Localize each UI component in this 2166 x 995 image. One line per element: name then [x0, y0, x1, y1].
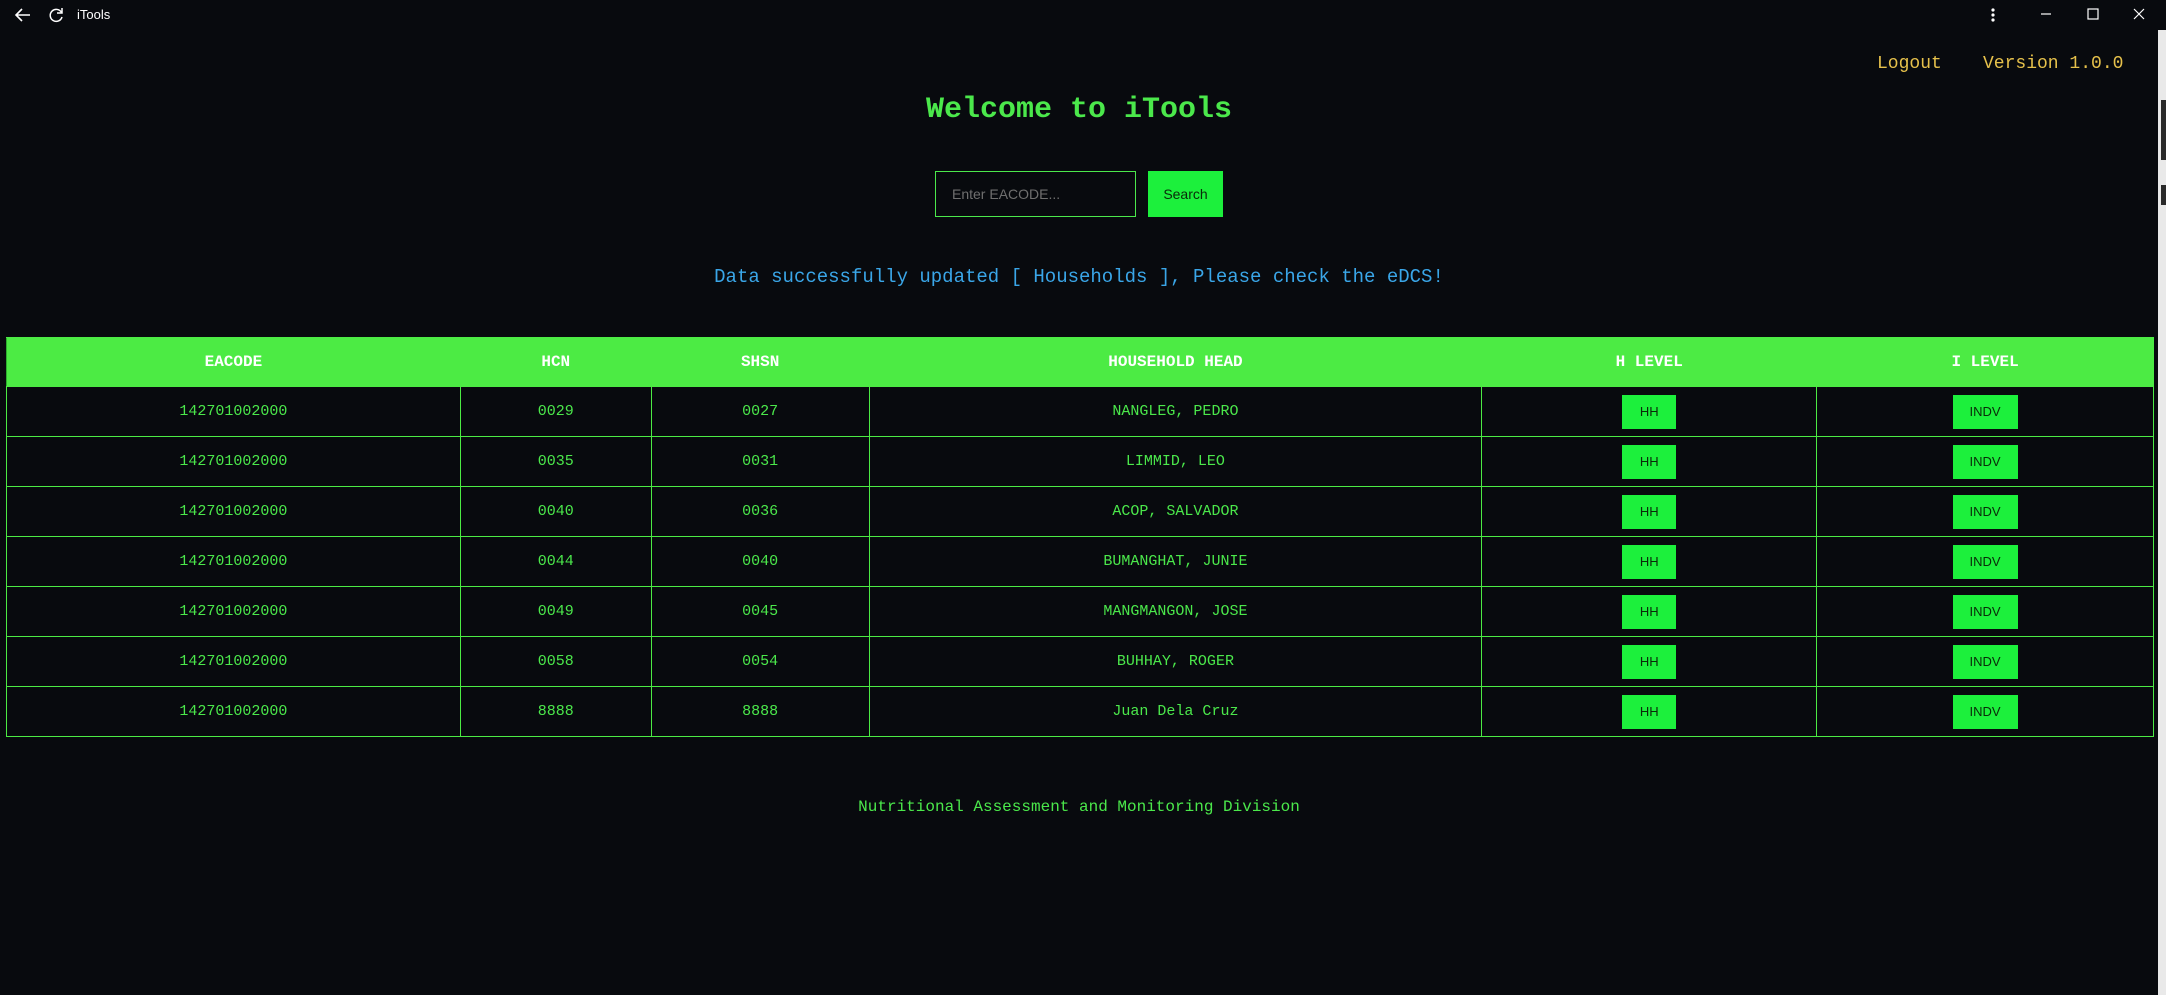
- cell-h-level: HH: [1481, 536, 1818, 587]
- cell-eacode: 142701002000: [6, 686, 461, 737]
- window-title: iTools: [77, 7, 111, 22]
- cell-hcn: 0035: [459, 436, 652, 487]
- cell-h-level: HH: [1481, 586, 1818, 637]
- eacode-search-input[interactable]: [935, 171, 1136, 217]
- cell-household-head: ACOP, SALVADOR: [868, 486, 1483, 537]
- cell-eacode: 142701002000: [6, 436, 461, 487]
- cell-shsn: 8888: [650, 686, 870, 737]
- column-header-i-level: I LEVEL: [1816, 337, 2154, 387]
- scrollbar-mark: [2161, 185, 2166, 205]
- cell-i-level: INDV: [1816, 586, 2154, 637]
- hh-button[interactable]: HH: [1622, 394, 1677, 429]
- cell-household-head: Juan Dela Cruz: [868, 686, 1483, 737]
- cell-shsn: 0045: [650, 586, 870, 637]
- cell-i-level: INDV: [1816, 636, 2154, 687]
- column-header-eacode: EACODE: [6, 337, 461, 387]
- indv-button[interactable]: INDV: [1952, 644, 2018, 679]
- cell-hcn: 0040: [459, 486, 652, 537]
- cell-h-level: HH: [1481, 436, 1818, 487]
- cell-shsn: 0027: [650, 386, 870, 437]
- column-header-h-level: H LEVEL: [1481, 337, 1818, 387]
- indv-button[interactable]: INDV: [1952, 444, 2018, 479]
- table-header-row: EACODE HCN SHSN HOUSEHOLD HEAD H LEVEL I…: [6, 337, 2154, 387]
- cell-eacode: 142701002000: [6, 636, 461, 687]
- indv-button[interactable]: INDV: [1952, 594, 2018, 629]
- cell-i-level: INDV: [1816, 486, 2154, 537]
- cell-shsn: 0036: [650, 486, 870, 537]
- column-header-hcn: HCN: [459, 337, 652, 387]
- hh-button[interactable]: HH: [1622, 444, 1677, 479]
- cell-hcn: 0058: [459, 636, 652, 687]
- hh-button[interactable]: HH: [1622, 694, 1677, 729]
- maximize-icon[interactable]: [2083, 4, 2103, 24]
- indv-button[interactable]: INDV: [1952, 394, 2018, 429]
- cell-eacode: 142701002000: [6, 386, 461, 437]
- cell-eacode: 142701002000: [6, 536, 461, 587]
- page-title: Welcome to iTools: [925, 93, 1233, 127]
- indv-button[interactable]: INDV: [1952, 694, 2018, 729]
- version-label: Version 1.0.0: [1983, 54, 2124, 74]
- cell-shsn: 0040: [650, 536, 870, 587]
- table-row: 142701002000 0035 0031 LIMMID, LEO HH IN…: [6, 436, 2154, 487]
- table-row: 142701002000 0044 0040 BUMANGHAT, JUNIE …: [6, 536, 2154, 587]
- logout-link[interactable]: Logout: [1877, 54, 1942, 74]
- refresh-icon[interactable]: [46, 5, 66, 25]
- more-vertical-icon[interactable]: [1986, 4, 2000, 26]
- cell-i-level: INDV: [1816, 386, 2154, 437]
- cell-household-head: MANGMANGON, JOSE: [868, 586, 1483, 637]
- footer-text: Nutritional Assessment and Monitoring Di…: [858, 798, 1300, 816]
- close-icon[interactable]: [2129, 4, 2149, 24]
- cell-eacode: 142701002000: [6, 586, 461, 637]
- cell-h-level: HH: [1481, 636, 1818, 687]
- cell-i-level: INDV: [1816, 686, 2154, 737]
- hh-button[interactable]: HH: [1622, 544, 1677, 579]
- cell-h-level: HH: [1481, 486, 1818, 537]
- status-message: Data successfully updated [ Households ]…: [714, 266, 1444, 288]
- hh-button[interactable]: HH: [1622, 494, 1677, 529]
- table-row: 142701002000 0049 0045 MANGMANGON, JOSE …: [6, 586, 2154, 637]
- minimize-icon[interactable]: [2036, 4, 2056, 24]
- cell-hcn: 0044: [459, 536, 652, 587]
- scrollbar-mark: [2161, 100, 2166, 160]
- cell-i-level: INDV: [1816, 436, 2154, 487]
- cell-household-head: BUHHAY, ROGER: [868, 636, 1483, 687]
- cell-household-head: LIMMID, LEO: [868, 436, 1483, 487]
- cell-household-head: NANGLEG, PEDRO: [868, 386, 1483, 437]
- hh-button[interactable]: HH: [1622, 594, 1677, 629]
- column-header-household-head: HOUSEHOLD HEAD: [868, 337, 1483, 387]
- hh-button[interactable]: HH: [1622, 644, 1677, 679]
- cell-household-head: BUMANGHAT, JUNIE: [868, 536, 1483, 587]
- title-bar: iTools: [0, 0, 2166, 30]
- cell-hcn: 0049: [459, 586, 652, 637]
- cell-i-level: INDV: [1816, 536, 2154, 587]
- cell-shsn: 0054: [650, 636, 870, 687]
- search-button[interactable]: Search: [1148, 171, 1223, 217]
- cell-h-level: HH: [1481, 386, 1818, 437]
- table-row: 142701002000 0058 0054 BUHHAY, ROGER HH …: [6, 636, 2154, 687]
- arrow-left-icon[interactable]: [12, 5, 34, 25]
- households-table: EACODE HCN SHSN HOUSEHOLD HEAD H LEVEL I…: [6, 337, 2154, 737]
- indv-button[interactable]: INDV: [1952, 544, 2018, 579]
- column-header-shsn: SHSN: [650, 337, 870, 387]
- table-row: 142701002000 0040 0036 ACOP, SALVADOR HH…: [6, 486, 2154, 537]
- indv-button[interactable]: INDV: [1952, 494, 2018, 529]
- cell-hcn: 8888: [459, 686, 652, 737]
- scrollbar[interactable]: [2158, 30, 2166, 995]
- cell-hcn: 0029: [459, 386, 652, 437]
- cell-eacode: 142701002000: [6, 486, 461, 537]
- cell-shsn: 0031: [650, 436, 870, 487]
- table-row: 142701002000 0029 0027 NANGLEG, PEDRO HH…: [6, 386, 2154, 437]
- table-row: 142701002000 8888 8888 Juan Dela Cruz HH…: [6, 686, 2154, 737]
- cell-h-level: HH: [1481, 686, 1818, 737]
